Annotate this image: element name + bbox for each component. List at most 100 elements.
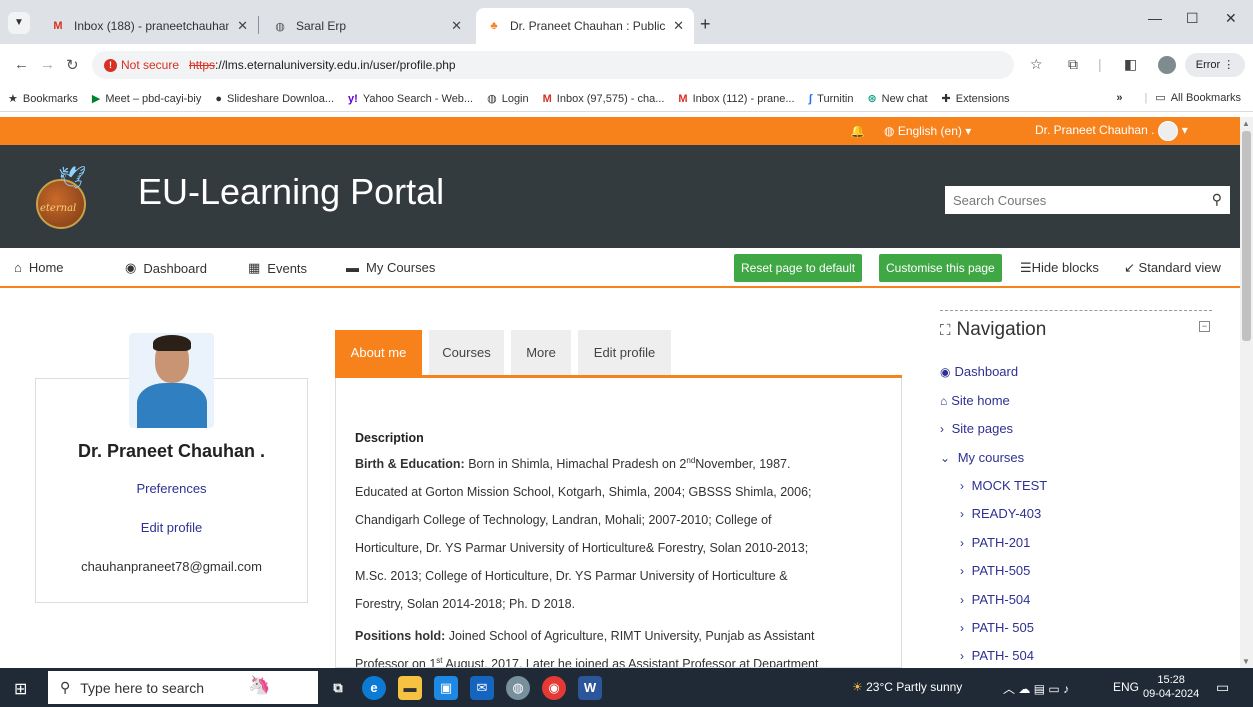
error-menu-button[interactable]: Error ⋮ <box>1185 53 1245 77</box>
edit-profile-link[interactable]: Edit profile <box>36 520 307 535</box>
profile-avatar-icon[interactable] <box>1158 56 1176 74</box>
speaker-icon: ♪ <box>1063 682 1070 696</box>
course-link[interactable]: › READY-403 <box>960 506 1041 521</box>
bookmark-turnitin[interactable]: ʃ Turnitin <box>809 93 854 105</box>
user-menu[interactable]: Dr. Praneet Chauhan . ▾ <box>1035 121 1188 141</box>
bookmark-meet[interactable]: ▶ Meet – pbd-cayi-biy <box>92 92 202 106</box>
bookmark-login[interactable]: ◍ Login <box>487 92 529 106</box>
course-link[interactable]: › PATH- 505 <box>960 620 1034 635</box>
scroll-down-icon[interactable]: ▼ <box>1242 657 1250 666</box>
chrome-icon[interactable]: ◉ <box>542 676 566 700</box>
compress-icon: ↙ <box>1124 260 1135 275</box>
bookmark-label: Meet – pbd-cayi-biy <box>105 92 202 105</box>
course-link[interactable]: › PATH-504 <box>960 592 1030 607</box>
weather-text: 23°C Partly sunny <box>866 680 963 694</box>
tab-title: Saral Erp <box>296 19 347 33</box>
bookmark-yahoo[interactable]: y! Yahoo Search - Web... <box>348 93 473 105</box>
bookmark-extensions[interactable]: ✚ Extensions <box>942 92 1010 106</box>
back-icon[interactable]: ← <box>14 56 29 73</box>
nav-home[interactable]: ⌂ Home <box>14 260 64 275</box>
nav-my-courses[interactable]: ▬ My Courses <box>346 260 435 275</box>
nav-block-site-pages[interactable]: › Site pages <box>940 421 1013 436</box>
tray-icons[interactable]: ︿ ☁ ▤ ▭ ♪ <box>1003 680 1069 697</box>
weather-widget[interactable]: ☀ 23°C Partly sunny <box>852 680 962 694</box>
maximize-icon[interactable]: ☐ <box>1186 10 1199 27</box>
language-menu[interactable]: ◍ English (en) ▾ <box>884 124 971 138</box>
course-link[interactable]: › PATH-201 <box>960 535 1030 550</box>
course-link[interactable]: › PATH- 504 <box>960 648 1034 663</box>
nav-block-site-home[interactable]: ⌂ Site home <box>940 393 1010 408</box>
bookmark-new-chat[interactable]: ⊛ New chat <box>867 92 927 106</box>
close-icon[interactable]: ✕ <box>237 18 248 34</box>
edge-icon[interactable]: e <box>362 676 386 700</box>
bookmark-bookmarks[interactable]: ★ Bookmarks <box>8 92 78 106</box>
browser-tab-saral-erp[interactable]: ◍ Saral Erp ✕ <box>262 8 472 44</box>
nav-block-my-courses[interactable]: ⌄ My courses <box>940 450 1024 465</box>
tab-search-button[interactable]: ▼ <box>8 12 30 34</box>
clock[interactable]: 15:28 09-04-2024 <box>1143 673 1199 701</box>
app-icon[interactable]: ◍ <box>506 676 530 700</box>
browser-tab-gmail[interactable]: M Inbox (188) - praneetchauhan@ ✕ <box>40 8 258 44</box>
site-top-bar: 🔔 ◍ English (en) ▾ Dr. Praneet Chauhan .… <box>0 117 1240 145</box>
chevron-right-icon: › <box>940 421 944 436</box>
not-secure-label[interactable]: Not secure <box>121 58 179 72</box>
customise-page-button[interactable]: Customise this page <box>879 254 1002 282</box>
tab-courses[interactable]: Courses <box>429 330 504 375</box>
extensions-icon[interactable]: ⧉ <box>1068 56 1078 73</box>
bookmark-inbox-prane[interactable]: M Inbox (112) - prane... <box>678 93 794 105</box>
mail-icon[interactable]: ✉ <box>470 676 494 700</box>
store-icon[interactable]: ▣ <box>434 676 458 700</box>
notification-icon[interactable]: ▭ <box>1216 679 1229 696</box>
search-icon[interactable]: ⚲ <box>1212 191 1222 208</box>
site-logo[interactable]: 🕊 eternal <box>36 165 120 229</box>
hide-blocks-button[interactable]: ☰Hide blocks <box>1020 260 1099 276</box>
chevron-double-right-icon[interactable]: » <box>1116 92 1122 104</box>
scroll-up-icon[interactable]: ▲ <box>1242 119 1250 128</box>
site-header: 🕊 eternal EU-Learning Portal Search Cour… <box>0 145 1240 248</box>
close-window-icon[interactable]: ✕ <box>1225 10 1237 27</box>
network-icon: ▤ <box>1033 682 1046 696</box>
file-explorer-icon[interactable]: ▬ <box>398 676 422 700</box>
side-panel-icon[interactable]: ◧ <box>1124 56 1137 73</box>
bookmark-inbox-cha[interactable]: M Inbox (97,575) - cha... <box>543 93 665 105</box>
nav-dashboard[interactable]: ◉ Dashboard <box>125 260 207 276</box>
site-title[interactable]: EU-Learning Portal <box>138 171 444 213</box>
course-link[interactable]: › MOCK TEST <box>960 478 1047 493</box>
positions-text: Professor on 1 <box>355 657 437 668</box>
error-label: Error <box>1195 59 1221 71</box>
scrollbar-thumb[interactable] <box>1242 131 1251 341</box>
toolbar-divider: | <box>1098 56 1102 72</box>
minimize-icon[interactable]: — <box>1148 10 1162 26</box>
nav-events[interactable]: ▦ Events <box>248 260 307 276</box>
windows-start-icon[interactable]: ⊞ <box>14 679 27 699</box>
standard-view-button[interactable]: ↙ Standard view <box>1124 260 1221 276</box>
address-bar[interactable]: ! Not secure https://lms.eternaluniversi… <box>92 51 1014 79</box>
tab-more[interactable]: More <box>511 330 571 375</box>
word-icon[interactable]: W <box>578 676 602 700</box>
collapse-block-icon[interactable]: − <box>1199 321 1210 332</box>
all-bookmarks-link[interactable]: All Bookmarks <box>1171 92 1241 104</box>
page-scrollbar[interactable]: ▲ ▼ <box>1240 117 1253 668</box>
edu-line: M.Sc. 2013; College of Horticulture, Dr.… <box>355 569 788 583</box>
close-icon[interactable]: ✕ <box>673 18 684 34</box>
taskbar-search-input[interactable]: ⚲ Type here to search 🦄 <box>48 671 318 704</box>
chevron-right-icon: › <box>960 506 964 521</box>
new-tab-button[interactable]: + <box>700 14 711 35</box>
dove-icon: 🕊 <box>58 165 86 190</box>
bookmark-slideshare[interactable]: ● Slideshare Downloa... <box>215 93 334 105</box>
preferences-link[interactable]: Preferences <box>36 481 307 496</box>
nav-block-dashboard[interactable]: ◉ Dashboard <box>940 364 1018 379</box>
language-indicator[interactable]: ENG <box>1113 680 1139 694</box>
tab-edit-profile[interactable]: Edit profile <box>578 330 671 375</box>
forward-icon[interactable]: → <box>40 56 55 73</box>
task-view-icon[interactable]: ⧉ <box>326 676 350 700</box>
reload-icon[interactable]: ↻ <box>66 56 79 74</box>
close-icon[interactable]: ✕ <box>451 18 462 34</box>
bell-icon[interactable]: 🔔 <box>850 124 865 138</box>
search-courses-input[interactable]: Search Courses ⚲ <box>945 186 1230 214</box>
browser-tab-profile[interactable]: ♣ Dr. Praneet Chauhan : Public pr ✕ <box>476 8 694 44</box>
course-link[interactable]: › PATH-505 <box>960 563 1030 578</box>
bookmark-star-icon[interactable]: ☆ <box>1030 56 1043 73</box>
reset-page-button[interactable]: Reset page to default <box>734 254 863 282</box>
tab-about-me[interactable]: About me <box>335 330 422 375</box>
